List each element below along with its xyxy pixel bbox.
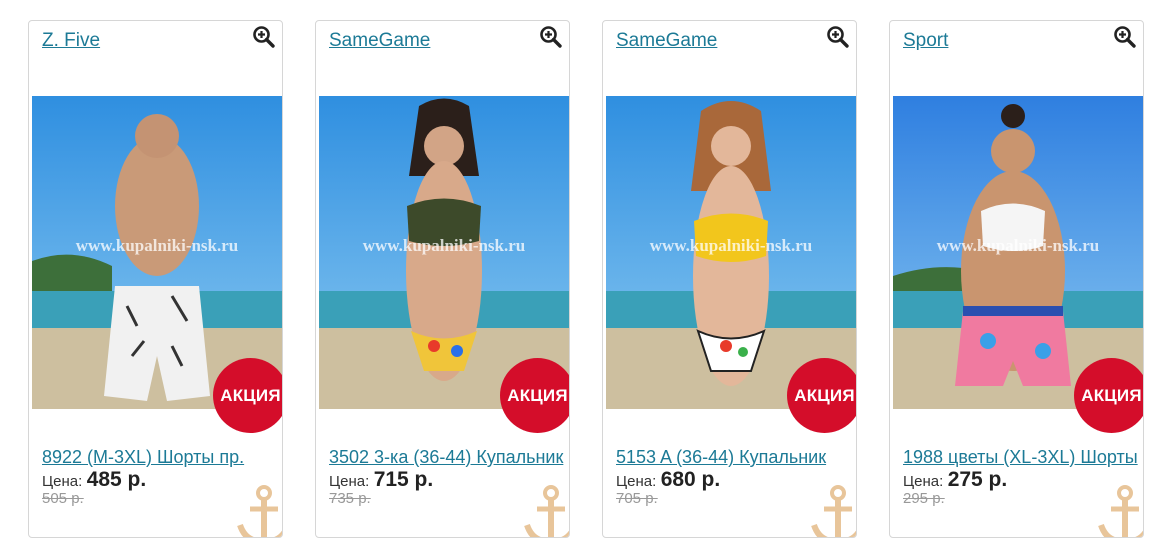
product-title-link[interactable]: 5153 A (36-44) Купальник [616,447,856,468]
sale-badge: АКЦИЯ [500,358,569,433]
watermark-text: www.kupalniki-nsk.ru [937,236,1100,255]
price-row: Цена: 715 р. [329,468,433,492]
zoom-in-icon[interactable] [252,25,276,49]
product-title-link[interactable]: 3502 3-ка (36-44) Купальник [329,447,569,468]
anchor-icon [1098,485,1143,537]
brand-link[interactable]: Sport [903,30,948,52]
anchor-icon [524,485,569,537]
brand-link[interactable]: SameGame [616,30,717,52]
price-value: 680 р. [660,468,721,491]
zoom-in-icon[interactable] [1113,25,1137,49]
price-row: Цена: 680 р. [616,468,720,492]
product-card: Sport www.kupalniki-nsk.ru АКЦИЯ 1988 цв… [889,20,1144,538]
price-label: Цена: [42,473,83,490]
product-card: SameGame www.kupalniki-nsk.ru АКЦИЯ [602,20,857,538]
watermark-text: www.kupalniki-nsk.ru [650,236,813,255]
price-value: 485 р. [86,468,147,491]
price-label: Цена: [329,473,370,490]
anchor-icon [237,485,282,537]
price-row: Цена: 275 р. [903,468,1007,492]
brand-link[interactable]: Z. Five [42,30,100,52]
price-label: Цена: [616,473,657,490]
old-price: 295 р. [903,490,945,507]
old-price: 735 р. [329,490,371,507]
brand-link[interactable]: SameGame [329,30,430,52]
old-price: 705 р. [616,490,658,507]
sale-badge: АКЦИЯ [1074,358,1143,433]
sale-badge: АКЦИЯ [787,358,856,433]
watermark-text: www.kupalniki-nsk.ru [76,236,239,255]
old-price: 505 р. [42,490,84,507]
product-card: SameGame www.kupalniki-nsk.ru АКЦИЯ [315,20,570,538]
product-grid: Z. Five www.kupalniki-nsk.ru АКЦИЯ 8922 [0,0,1174,558]
sale-badge: АКЦИЯ [213,358,282,433]
zoom-in-icon[interactable] [539,25,563,49]
zoom-in-icon[interactable] [826,25,850,49]
product-title-link[interactable]: 1988 цветы (XL-3XL) Шорты [903,447,1143,468]
price-value: 715 р. [373,468,434,491]
product-title-link[interactable]: 8922 (M-3XL) Шорты пр. [42,447,282,468]
product-card: Z. Five www.kupalniki-nsk.ru АКЦИЯ 8922 [28,20,283,538]
price-label: Цена: [903,473,944,490]
watermark-text: www.kupalniki-nsk.ru [363,236,526,255]
price-row: Цена: 485 р. [42,468,146,492]
price-value: 275 р. [947,468,1008,491]
anchor-icon [811,485,856,537]
